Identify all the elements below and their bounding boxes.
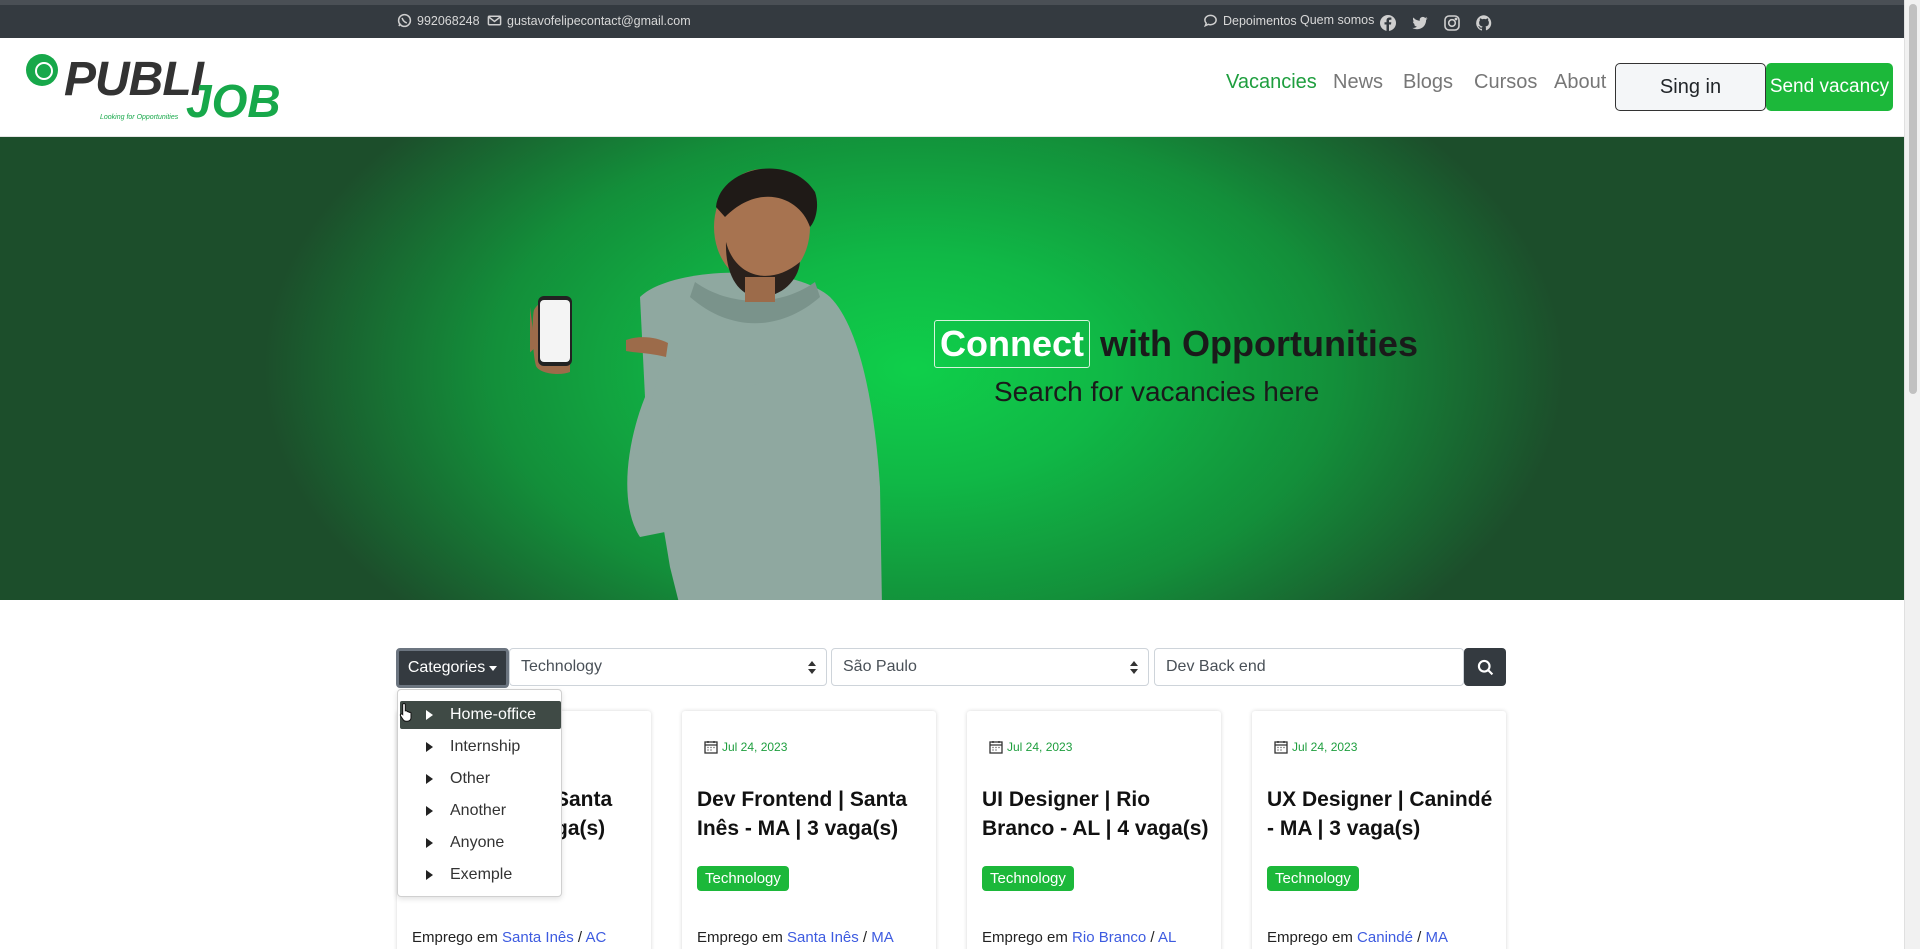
twitter-icon[interactable]	[1411, 14, 1429, 32]
categories-label: Categories	[407, 659, 486, 676]
calendar-icon	[989, 741, 1003, 754]
vacancy-location: Emprego em Santa Inês / MA	[697, 929, 894, 946]
dropdown-item-other[interactable]: Other	[400, 765, 561, 793]
chat-icon	[1203, 14, 1217, 28]
sign-in-button[interactable]: Sing in	[1615, 63, 1766, 111]
testimonials-label: Depoimentos	[1223, 13, 1297, 28]
search-button[interactable]	[1464, 648, 1506, 686]
calendar-icon	[1274, 741, 1288, 754]
caret-right-icon	[426, 806, 433, 816]
vacancy-location: Emprego em Santa Inês / AC	[412, 929, 607, 946]
nav-vacancies[interactable]: Vacancies	[1226, 71, 1317, 94]
hero-subtitle: Search for vacancies here	[994, 376, 1320, 407]
city-link[interactable]: Santa Inês	[502, 929, 574, 946]
logo-text-publi: PUBLI	[64, 53, 204, 106]
vacancy-title: Santa ga(s)	[555, 788, 613, 840]
dropdown-item-anyone[interactable]: Anyone	[400, 829, 561, 857]
facebook-icon[interactable]	[1379, 14, 1397, 32]
hero-person-image	[530, 168, 882, 600]
category-select-value: Technology	[521, 658, 602, 675]
search-input[interactable]	[1154, 648, 1464, 686]
github-icon[interactable]	[1475, 14, 1493, 32]
about-us-label: Quem somos	[1300, 13, 1375, 27]
category-badge: Technology	[1267, 866, 1359, 891]
calendar-icon	[704, 741, 718, 754]
logo-emblem-icon	[26, 54, 58, 86]
nav-blogs[interactable]: Blogs	[1403, 71, 1453, 94]
caret-right-icon	[426, 742, 433, 752]
caret-right-icon	[426, 838, 433, 848]
hero-title-rest: with Opportunities	[1100, 323, 1418, 364]
city-link[interactable]: Canindé	[1357, 929, 1413, 946]
state-link[interactable]: MA	[871, 929, 894, 946]
categories-dropdown-button[interactable]: Categories	[396, 648, 509, 688]
vacancy-date: Jul 24, 2023	[989, 740, 1072, 754]
main-navbar: PUBLI JOB Looking for Opportunities Vaca…	[0, 38, 1904, 137]
vacancy-location: Emprego em Canindé / MA	[1267, 929, 1448, 946]
about-us-link[interactable]: Quem somos	[1300, 13, 1374, 27]
vacancy-title: UX Designer | Canindé - MA | 3 vaga(s)	[1267, 788, 1493, 840]
category-select[interactable]: Technology	[509, 648, 827, 686]
caret-right-icon	[426, 710, 433, 720]
select-arrows-icon	[1130, 661, 1138, 675]
city-link[interactable]: Rio Branco	[1072, 929, 1146, 946]
vacancy-date: Jul 24, 2023	[704, 740, 787, 754]
state-link[interactable]: MA	[1425, 929, 1448, 946]
hand-cursor-icon	[399, 702, 412, 722]
vacancy-title: Dev Frontend | Santa Inês - MA | 3 vaga(…	[697, 788, 908, 840]
instagram-icon[interactable]	[1443, 14, 1461, 32]
select-arrows-icon	[808, 661, 816, 675]
logo-text-job: JOB	[186, 75, 281, 127]
dropdown-item-home-office[interactable]: Home-office	[400, 701, 561, 729]
scrollbar-thumb[interactable]	[1909, 4, 1917, 394]
page-scrollbar[interactable]	[1904, 0, 1920, 949]
hero-highlight: Connect	[934, 320, 1090, 368]
dropdown-item-exemple[interactable]: Exemple	[400, 861, 561, 889]
nav-cursos[interactable]: Cursos	[1474, 71, 1537, 94]
vacancy-location: Emprego em Rio Branco / AL	[982, 929, 1177, 946]
whatsapp-icon	[397, 13, 412, 28]
top-contact-bar: 992068248 gustavofelipecontact@gmail.com…	[0, 0, 1904, 38]
testimonials-link[interactable]: Depoimentos	[1203, 13, 1297, 28]
categories-dropdown-menu: Home-office Internship Other Another Any…	[397, 689, 562, 897]
logo-tagline: Looking for Opportunities	[100, 114, 179, 121]
vacancy-card[interactable]: Jul 24, 2023 Dev Frontend | Santa Inês -…	[682, 711, 936, 949]
nav-news[interactable]: News	[1333, 71, 1383, 94]
hero-title: Connect with Opportunities	[934, 320, 1418, 368]
vacancy-card[interactable]: Jul 24, 2023 UX Designer | Canindé - MA …	[1252, 711, 1506, 949]
city-link[interactable]: Santa Inês	[787, 929, 859, 946]
phone-contact[interactable]: 992068248	[397, 13, 480, 28]
vacancy-card[interactable]: Jul 24, 2023 UI Designer | Rio Branco - …	[967, 711, 1221, 949]
caret-right-icon	[426, 870, 433, 880]
nav-about[interactable]: About	[1554, 71, 1606, 94]
caret-down-icon	[489, 665, 498, 671]
state-link[interactable]: AC	[585, 929, 606, 946]
email-address: gustavofelipecontact@gmail.com	[507, 13, 691, 28]
state-link[interactable]: AL	[1158, 929, 1176, 946]
search-icon	[1477, 659, 1493, 675]
send-vacancy-button[interactable]: Send vacancy	[1766, 63, 1893, 111]
location-select-value: São Paulo	[843, 658, 917, 675]
hero-banner: Connect with Opportunities Search for va…	[0, 137, 1904, 600]
dropdown-item-internship[interactable]: Internship	[400, 733, 561, 761]
phone-number: 992068248	[417, 13, 480, 28]
dropdown-item-another[interactable]: Another	[400, 797, 561, 825]
publijob-logo[interactable]: PUBLI JOB Looking for Opportunities	[24, 52, 284, 132]
vacancy-date: Jul 24, 2023	[1274, 740, 1357, 754]
envelope-icon	[487, 15, 502, 26]
phone-in-hand-icon	[532, 296, 572, 374]
vacancy-title: UI Designer | Rio Branco - AL | 4 vaga(s…	[982, 788, 1209, 840]
email-contact[interactable]: gustavofelipecontact@gmail.com	[487, 13, 691, 28]
category-badge: Technology	[982, 866, 1074, 891]
location-select[interactable]: São Paulo	[831, 648, 1149, 686]
caret-right-icon	[426, 774, 433, 784]
category-badge: Technology	[697, 866, 789, 891]
